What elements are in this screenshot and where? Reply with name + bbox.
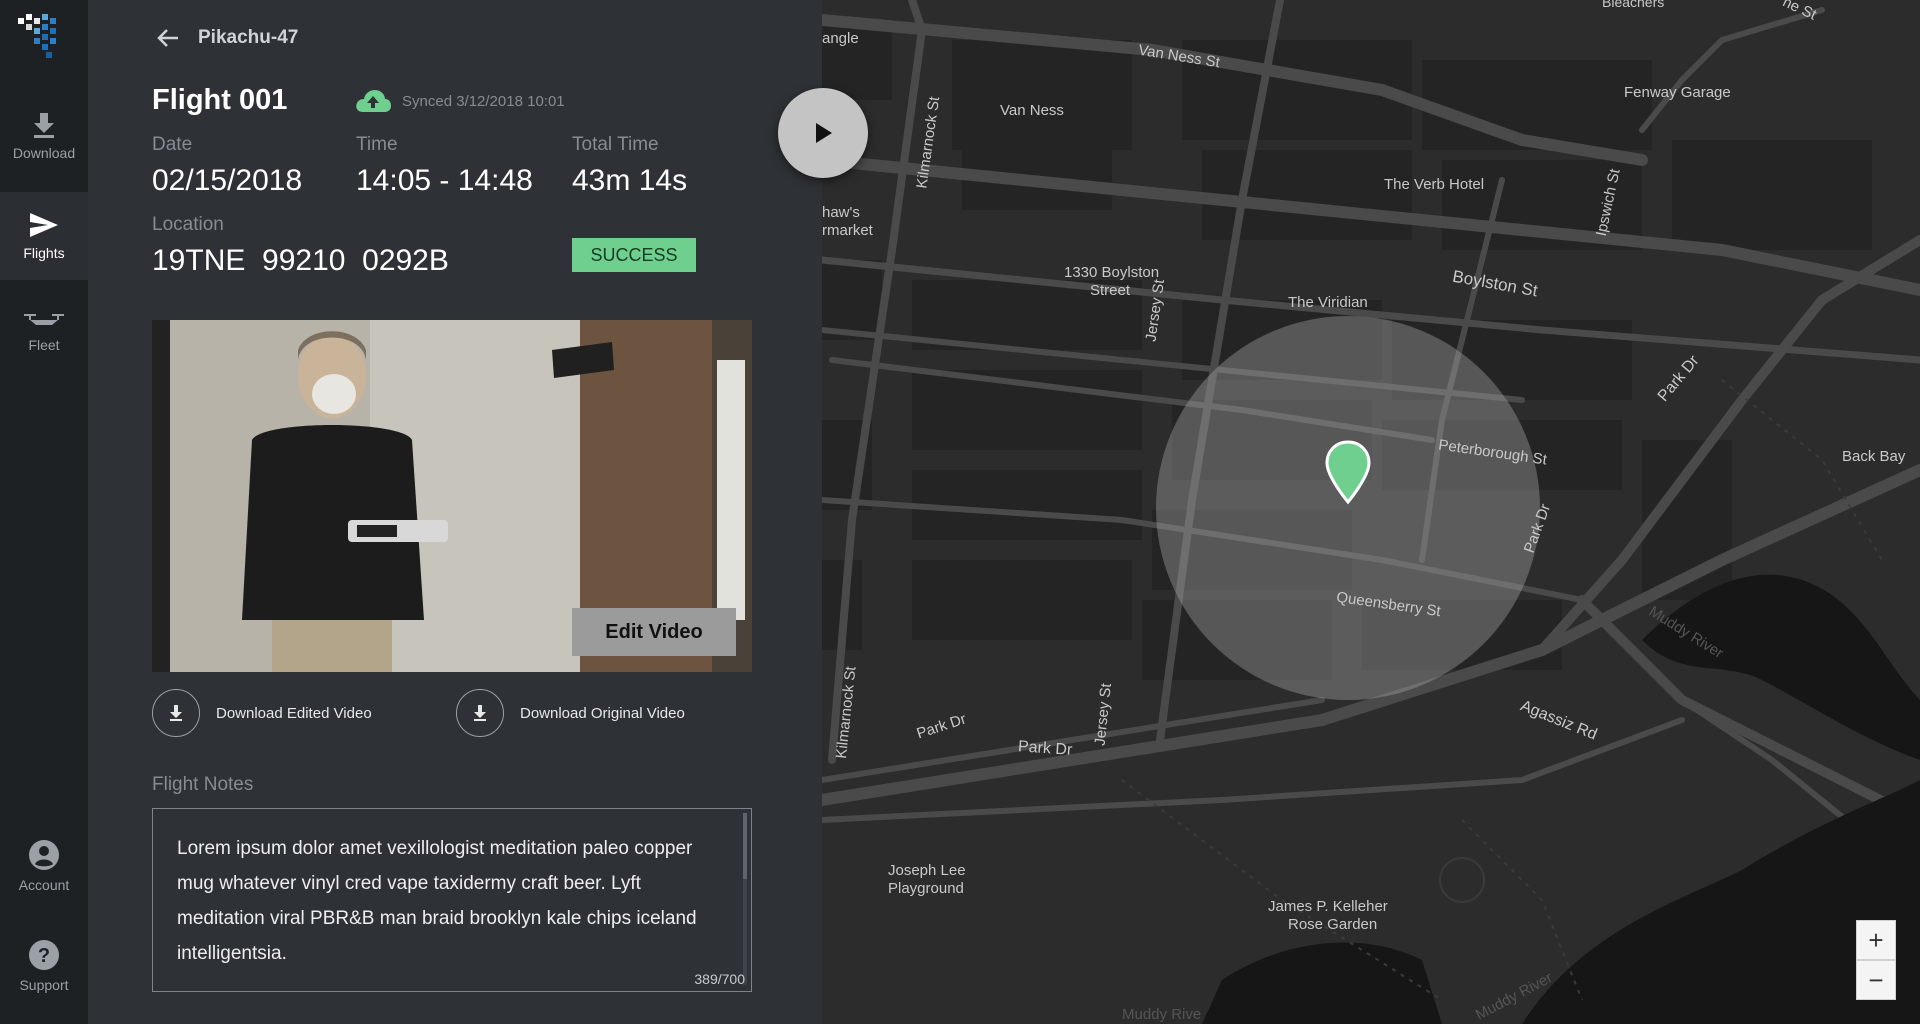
svg-text:?: ? [38,945,50,967]
account-circle-icon [29,840,59,870]
video-thumbnail[interactable]: Edit Video [152,320,752,672]
nav-item-label: Account [18,877,70,893]
sync-status: Synced 3/12/2018 10:01 [354,88,565,114]
notes-scrollbar-thumb[interactable] [743,813,747,879]
total-time-value: 43m 14s [572,164,688,197]
flight-detail-panel: Pikachu-47 Flight 001 Synced 3/12/2018 1… [88,0,822,1024]
map-label: Joseph Lee [888,862,966,879]
map-label: Fenway Garage [1624,84,1731,101]
flight-notes-label: Flight Notes [152,774,254,795]
map-label: Van Ness [1000,102,1064,119]
drone-name: Pikachu-47 [198,27,299,48]
status-badge: SUCCESS [572,238,696,272]
help-circle-icon: ? [29,940,59,970]
location-value: 19TNE 99210 0292B [152,244,449,277]
map-label: angle [822,30,859,47]
map-label: Bleachers [1602,0,1665,10]
nav-item-label: Support [19,977,69,993]
nav-item-label: Download [12,145,76,161]
app-logo[interactable] [16,10,72,66]
map-label: 1330 Boylston [1064,264,1160,281]
nav-item-fleet[interactable]: Fleet [0,288,88,376]
date-label: Date [152,134,193,155]
map-label: Street [1090,282,1131,299]
download-edited-video-button[interactable]: Download Edited Video [152,689,372,737]
download-edited-label: Download Edited Video [216,704,372,722]
nav-item-flights[interactable]: Flights [0,192,88,280]
download-original-label: Download Original Video [520,704,685,722]
zoom-out-button[interactable]: − [1856,960,1896,1000]
time-label: Time [356,134,398,155]
nav-item-support[interactable]: ? Support [0,922,88,1010]
map-label: Playground [888,880,964,897]
sync-status-text: Synced 3/12/2018 10:01 [402,92,565,110]
zoom-in-button[interactable]: + [1856,920,1896,960]
flight-title: Flight 001 [152,84,288,116]
edit-video-button[interactable]: Edit Video [572,608,736,656]
header-row: Pikachu-47 [152,22,298,54]
map-label: James P. Kelleher [1268,898,1388,915]
map-label: Park Dr [1017,738,1073,759]
map-label: The Verb Hotel [1384,176,1485,193]
download-original-video-button[interactable]: Download Original Video [456,689,685,737]
nav-item-download[interactable]: Download [0,92,88,180]
notes-scrollbar[interactable] [743,813,747,985]
date-value: 02/15/2018 [152,164,303,197]
download-circle [152,689,200,737]
play-icon [816,123,832,143]
nav-item-label: Flights [23,245,65,261]
download-icon [170,705,182,721]
map-label: Muddy Rive [1122,1006,1202,1023]
time-value: 14:05 - 14:48 [356,164,533,197]
flight-notes-textarea[interactable]: Lorem ipsum dolor amet vexillologist med… [152,808,752,992]
paper-plane-icon [30,213,58,237]
char-count: 389/700 [694,971,745,987]
download-icon [34,113,54,138]
drone-icon [24,314,64,325]
download-circle [456,689,504,737]
app-root: Download Flights Fleet Account ? Support… [0,0,1920,1024]
total-time-label: Total Time [572,134,659,155]
map-label: rmarket [822,222,873,239]
nav-rail: Download Flights Fleet Account ? Support [0,0,88,1024]
map-label: Rose Garden [1288,916,1378,933]
cloud-upload-icon [356,90,391,112]
play-button[interactable] [778,88,868,178]
download-icon [474,705,486,721]
flight-notes-text[interactable]: Lorem ipsum dolor amet vexillologist med… [177,831,717,971]
map-view[interactable]: angle Bleachers ne St Van Ness St Fenway… [822,0,1920,1024]
back-arrow-icon[interactable] [152,22,184,54]
nav-item-label: Fleet [28,337,60,353]
location-label: Location [152,214,224,235]
location-pin-icon[interactable] [1324,440,1372,506]
map-label: haw's [822,204,860,221]
map-label: The Viridian [1288,294,1368,311]
map-label: Back Bay [1842,448,1906,465]
nav-item-account[interactable]: Account [0,822,88,910]
map-streets [822,0,1920,1024]
